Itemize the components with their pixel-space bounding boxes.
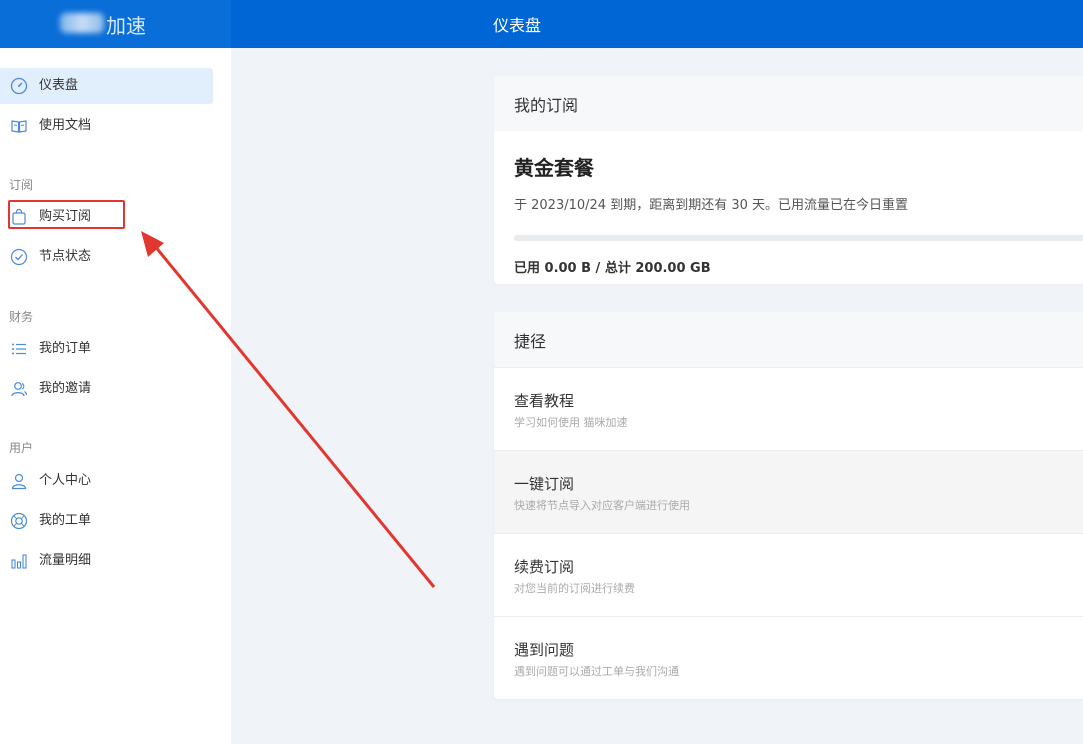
sidebar-item-label: 使用文档: [39, 118, 92, 133]
user-icon: [11, 473, 27, 490]
shortcut-view-tutorial[interactable]: 查看教程 学习如何使用 猫咪加速: [494, 367, 1083, 450]
dashboard-icon: [10, 77, 28, 95]
check-circle-icon: [10, 248, 28, 266]
sidebar-item-label: 我的邀请: [39, 381, 92, 396]
subscription-card-header: 我的订阅: [494, 76, 1083, 131]
brand-bar[interactable]: 加速: [0, 0, 231, 48]
shortcut-desc: 遇到问题可以通过工单与我们沟通: [514, 665, 679, 678]
brand-name: 加速: [106, 14, 146, 38]
shortcut-one-click-subscribe[interactable]: 一键订阅 快速将节点导入对应客户端进行使用: [494, 450, 1083, 533]
users-icon: [11, 382, 28, 397]
list-icon: [12, 343, 26, 355]
shortcut-renew-subscription[interactable]: 续费订阅 对您当前的订阅进行续费: [494, 533, 1083, 616]
plan-name: 黄金套餐: [514, 156, 594, 180]
plan-expiry-info: 于 2023/10/24 到期，距离到期还有 30 天。已用流量已在今日重置: [514, 198, 908, 213]
traffic-usage: 已用 0.00 B / 总计 200.00 GB: [514, 261, 711, 276]
sidebar-item-orders[interactable]: 我的订单: [0, 331, 213, 367]
shortcuts-card: 捷径 查看教程 学习如何使用 猫咪加速 一键订阅 快速将节点导入对应客户端进行使…: [494, 312, 1083, 699]
shortcut-desc: 学习如何使用 猫咪加速: [514, 416, 628, 429]
sidebar-item-label: 节点状态: [39, 249, 92, 264]
shortcut-desc: 快速将节点导入对应客户端进行使用: [514, 499, 690, 512]
shortcuts-card-header: 捷径: [494, 312, 1083, 367]
sidebar-item-label: 我的工单: [39, 513, 92, 528]
shopping-bag-icon: [12, 208, 26, 225]
shortcut-get-help[interactable]: 遇到问题 遇到问题可以通过工单与我们沟通: [494, 616, 1083, 699]
group-title-subscription: 订阅: [9, 178, 34, 192]
shortcut-title: 遇到问题: [514, 641, 575, 659]
shortcut-title: 一键订阅: [514, 475, 575, 493]
bar-chart-icon: [11, 554, 27, 569]
sidebar-item-label: 购买订阅: [39, 209, 92, 224]
sidebar-item-label: 流量明细: [39, 553, 92, 568]
sidebar-item-profile[interactable]: 个人中心: [0, 463, 213, 499]
book-icon: [11, 120, 27, 133]
sidebar-item-dashboard[interactable]: 仪表盘: [0, 68, 213, 104]
shortcut-desc: 对您当前的订阅进行续费: [514, 582, 635, 595]
shortcut-title: 查看教程: [514, 392, 575, 410]
support-icon: [10, 512, 28, 530]
shortcut-title: 续费订阅: [514, 558, 575, 576]
group-title-finance: 财务: [9, 310, 34, 324]
sidebar-item-tickets[interactable]: 我的工单: [0, 503, 213, 539]
sidebar-item-invites[interactable]: 我的邀请: [0, 371, 213, 407]
sidebar-item-node-status[interactable]: 节点状态: [0, 239, 213, 275]
subscription-card: 我的订阅 黄金套餐 于 2023/10/24 到期，距离到期还有 30 天。已用…: [494, 76, 1083, 284]
top-header: 仪表盘: [231, 0, 1083, 48]
sidebar-item-label: 仪表盘: [39, 78, 79, 93]
traffic-progress-bar: [514, 235, 1083, 241]
sidebar: 仪表盘 使用文档 订阅 购买订阅 节点状态 财务 我的订单 我的邀请 用户 个人…: [0, 48, 231, 744]
sidebar-item-traffic[interactable]: 流量明细: [0, 543, 213, 579]
sidebar-item-label: 个人中心: [39, 473, 92, 488]
sidebar-item-buy-subscription[interactable]: 购买订阅: [0, 199, 213, 235]
sidebar-item-docs[interactable]: 使用文档: [0, 108, 213, 144]
blurred-logo: [60, 13, 104, 33]
page-title: 仪表盘: [493, 16, 542, 35]
group-title-user: 用户: [9, 441, 34, 455]
sidebar-item-label: 我的订单: [39, 341, 92, 356]
